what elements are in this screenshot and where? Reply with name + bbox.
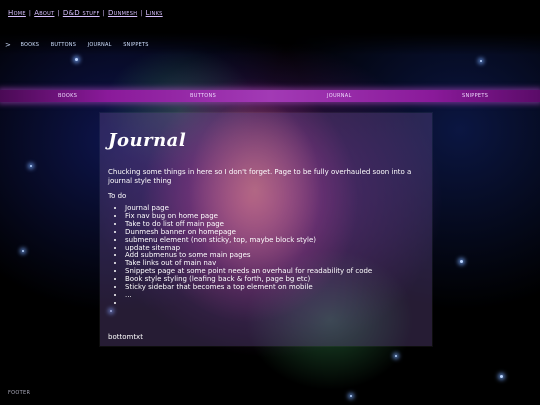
nav-separator: | <box>102 10 105 17</box>
nav-link-home[interactable]: Home <box>8 9 26 17</box>
star <box>30 165 32 167</box>
list-item <box>125 300 372 308</box>
star <box>500 375 503 378</box>
footer: FOOTER <box>8 390 31 396</box>
todo-heading: To do <box>108 192 127 200</box>
chevron-right-icon: > <box>5 41 11 49</box>
subnav-item-buttons[interactable]: BUTTONS <box>51 42 76 48</box>
subnav-item-journal[interactable]: JOURNAL <box>88 42 112 48</box>
star <box>460 260 463 263</box>
nav-separator: | <box>140 10 143 17</box>
banner-item-books[interactable]: BOOKS <box>58 93 77 99</box>
star <box>395 355 397 357</box>
list-item: ... <box>125 291 372 300</box>
banner-item-snippets[interactable]: SNIPPETS <box>462 93 488 99</box>
nav-link-about[interactable]: About <box>34 9 54 17</box>
sub-nav: > BOOKS BUTTONS JOURNAL SNIPPETS <box>5 40 159 49</box>
nav-separator: | <box>28 10 32 17</box>
page-title: Journal <box>108 130 187 151</box>
nav-separator: | <box>57 10 60 17</box>
nav-link-dunmesh[interactable]: Dunmesh <box>108 9 137 17</box>
nav-link-links[interactable]: Links <box>146 9 163 17</box>
subnav-item-books[interactable]: BOOKS <box>20 42 39 48</box>
banner-item-buttons[interactable]: BUTTONS <box>190 93 216 99</box>
banner-item-journal[interactable]: JOURNAL <box>327 93 352 99</box>
star <box>350 395 352 397</box>
subnav-item-snippets[interactable]: SNIPPETS <box>123 42 148 48</box>
intro-text: Chucking some things in here so I don't … <box>108 168 412 185</box>
bottom-text: bottomtxt <box>108 333 143 341</box>
star <box>480 60 482 62</box>
nav-link-dnd-stuff[interactable]: D&D stuff <box>63 9 100 17</box>
star <box>75 58 78 61</box>
submenu-banner: BOOKS BUTTONS JOURNAL SNIPPETS <box>0 90 540 102</box>
top-nav: Home | About | D&D stuff | Dunmesh | Links <box>8 9 163 17</box>
list-item: Sticky sidebar that becomes a top elemen… <box>125 283 372 292</box>
star <box>22 250 24 252</box>
todo-list: Journal page Fix nav bug on home page Ta… <box>108 204 372 308</box>
